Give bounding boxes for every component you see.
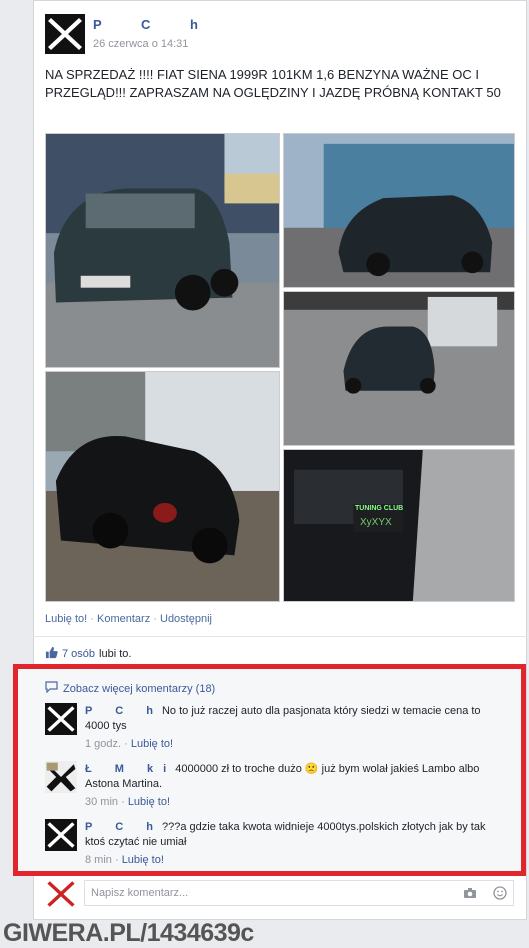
comment-meta: 1 godz. · Lubię to! — [85, 738, 174, 750]
camera-icon[interactable] — [463, 886, 477, 905]
commenter-avatar[interactable] — [45, 703, 77, 735]
post-actions: Lubię to! · Komentarz · Udostępnij — [45, 613, 212, 625]
emoji-icon[interactable] — [493, 886, 507, 905]
photo-4[interactable] — [45, 371, 280, 602]
post-text: NA SPRZEDAŻ !!!! FIAT SIENA 1999R 101KM … — [45, 67, 501, 100]
like-link[interactable]: Lubię to! — [45, 613, 87, 625]
photo-caption: TUNING CLUB — [355, 505, 404, 512]
likes-count[interactable]: 7 osób — [62, 648, 95, 660]
comment-bubble-icon — [45, 681, 58, 696]
share-link[interactable]: Udostępnij — [160, 613, 212, 625]
commenter-name[interactable]: P C h — [85, 821, 163, 833]
commenter-avatar[interactable] — [45, 819, 77, 851]
commenter-name[interactable]: P C h — [85, 705, 163, 717]
comment-body: P C h ???a gdzie taka kwota widnieje 400… — [85, 820, 505, 850]
comment-like-link[interactable]: Lubię to! — [122, 854, 164, 866]
separator: · — [153, 613, 160, 625]
thumbs-up-icon — [45, 646, 58, 662]
comment-meta: 8 min · Lubię to! — [85, 854, 164, 866]
post-timestamp[interactable]: 26 czerwca o 14:31 — [93, 38, 188, 50]
watermark: GIWERA.PL/1434639c — [3, 919, 254, 947]
comment-meta: 30 min · Lubię to! — [85, 796, 171, 808]
comment-time[interactable]: 30 min — [85, 796, 118, 808]
comment-like-link[interactable]: Lubię to! — [128, 796, 170, 808]
photo-3[interactable] — [283, 291, 515, 446]
view-more-label: Zobacz więcej komentarzy (18) — [63, 682, 216, 695]
write-comment-input[interactable]: Napisz komentarz... — [84, 880, 514, 906]
divider — [33, 636, 527, 637]
my-avatar — [45, 878, 77, 910]
comment-link[interactable]: Komentarz — [97, 613, 150, 625]
comment-time[interactable]: 1 godz. — [85, 738, 121, 750]
photo-1[interactable] — [45, 133, 280, 368]
commenter-name[interactable]: Ł M ki — [85, 763, 176, 775]
photo-2[interactable] — [283, 133, 515, 288]
post-author[interactable]: P C h — [93, 17, 216, 32]
comment-body: Ł M ki 4000000 zł to troche dużo 🙁 już b… — [85, 762, 505, 792]
separator: · — [90, 613, 97, 625]
input-icons — [463, 886, 507, 905]
author-avatar[interactable] — [45, 14, 85, 54]
comment-body: P C h No to już raczej auto dla pasjonat… — [85, 704, 505, 734]
comment-time[interactable]: 8 min — [85, 854, 112, 866]
photo-caption-2: XyXYX — [360, 517, 392, 528]
photo-5[interactable] — [283, 449, 515, 602]
view-more-comments[interactable]: Zobacz więcej komentarzy (18) — [45, 681, 215, 696]
commenter-avatar[interactable] — [45, 761, 77, 793]
likes-summary: 7 osób lubi to. — [45, 646, 131, 662]
likes-suffix: lubi to. — [99, 648, 132, 660]
comment-like-link[interactable]: Lubię to! — [131, 738, 173, 750]
